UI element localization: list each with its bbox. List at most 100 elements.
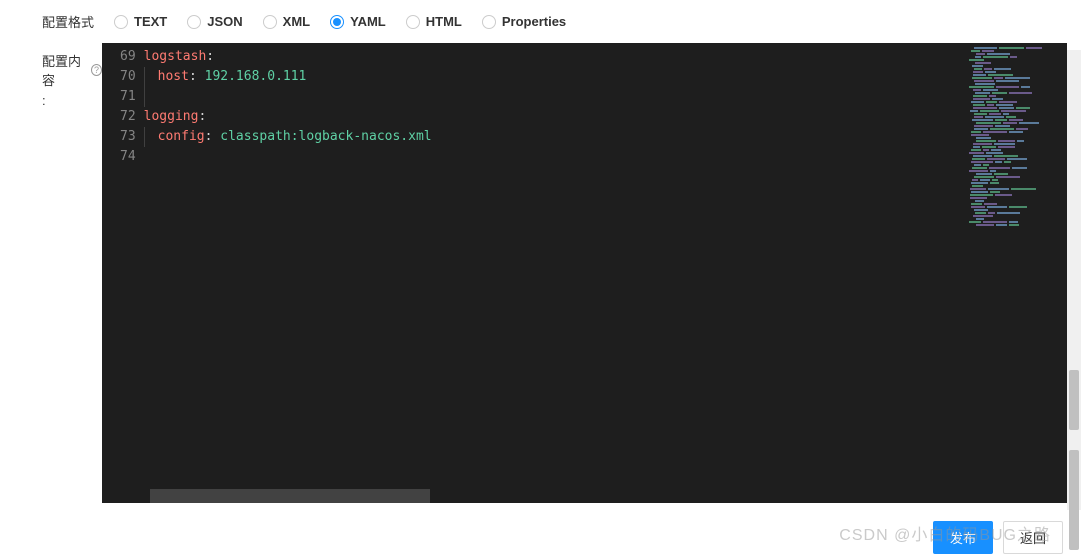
radio-circle-icon — [263, 15, 277, 29]
back-button[interactable]: 返回 — [1003, 521, 1063, 554]
minimap-line — [969, 116, 1065, 118]
minimap-line — [969, 152, 1065, 154]
minimap-line — [969, 137, 1065, 139]
minimap-line — [969, 131, 1065, 133]
radio-label: JSON — [207, 14, 242, 29]
radio-label: YAML — [350, 14, 386, 29]
minimap-line — [969, 185, 1065, 187]
minimap-line — [969, 161, 1065, 163]
code-line: config: classpath:logback-nacos.xml — [144, 127, 967, 147]
minimap-line — [969, 113, 1065, 115]
minimap-line — [969, 155, 1065, 157]
minimap-line — [969, 110, 1065, 112]
code-line: logging: — [144, 107, 967, 127]
minimap-line — [969, 149, 1065, 151]
minimap-line — [969, 197, 1065, 199]
minimap-line — [969, 212, 1065, 214]
radio-circle-icon — [187, 15, 201, 29]
line-number: 73 — [120, 127, 136, 147]
radio-properties[interactable]: Properties — [482, 14, 566, 29]
line-number: 71 — [120, 87, 136, 107]
code-editor[interactable]: 697071727374 logstash:host: 192.168.0.11… — [102, 43, 1067, 503]
minimap-line — [969, 182, 1065, 184]
minimap-line — [969, 83, 1065, 85]
minimap-line — [969, 146, 1065, 148]
minimap-line — [969, 215, 1065, 217]
radio-label: Properties — [502, 14, 566, 29]
scroll-thumb[interactable] — [1069, 370, 1079, 430]
minimap-line — [969, 65, 1065, 67]
minimap-line — [969, 218, 1065, 220]
minimap-line — [969, 59, 1065, 61]
minimap[interactable] — [967, 43, 1067, 503]
radio-circle-icon — [114, 15, 128, 29]
minimap-line — [969, 221, 1065, 223]
minimap-line — [969, 80, 1065, 82]
footer: 发布 返回 — [933, 515, 1063, 560]
minimap-line — [969, 86, 1065, 88]
minimap-line — [969, 167, 1065, 169]
code-line — [144, 147, 967, 167]
minimap-line — [969, 128, 1065, 130]
line-number: 74 — [120, 147, 136, 167]
radio-circle-icon — [482, 15, 496, 29]
minimap-line — [969, 224, 1065, 226]
content-colon: : — [42, 93, 46, 108]
radio-xml[interactable]: XML — [263, 14, 310, 29]
minimap-line — [969, 92, 1065, 94]
content-label-text: 配置内容 — [42, 51, 89, 89]
horizontal-scrollbar[interactable] — [150, 489, 430, 503]
minimap-line — [969, 71, 1065, 73]
vertical-scroll-track[interactable] — [1067, 50, 1081, 510]
minimap-line — [969, 164, 1065, 166]
minimap-line — [969, 89, 1065, 91]
radio-label: XML — [283, 14, 310, 29]
minimap-line — [969, 47, 1065, 49]
minimap-line — [969, 68, 1065, 70]
minimap-line — [969, 194, 1065, 196]
minimap-line — [969, 203, 1065, 205]
code-area[interactable]: logstash:host: 192.168.0.111logging:conf… — [144, 43, 967, 503]
minimap-line — [969, 62, 1065, 64]
radio-yaml[interactable]: YAML — [330, 14, 386, 29]
minimap-line — [969, 119, 1065, 121]
minimap-line — [969, 95, 1065, 97]
minimap-line — [969, 125, 1065, 127]
radio-circle-icon — [330, 15, 344, 29]
code-line — [144, 87, 967, 107]
minimap-line — [969, 74, 1065, 76]
minimap-line — [969, 50, 1065, 52]
line-gutter: 697071727374 — [102, 43, 144, 503]
minimap-line — [969, 209, 1065, 211]
minimap-line — [969, 143, 1065, 145]
line-number: 72 — [120, 107, 136, 127]
minimap-line — [969, 122, 1065, 124]
minimap-line — [969, 158, 1065, 160]
minimap-line — [969, 170, 1065, 172]
minimap-line — [969, 191, 1065, 193]
minimap-line — [969, 53, 1065, 55]
minimap-line — [969, 200, 1065, 202]
line-number: 70 — [120, 67, 136, 87]
publish-button[interactable]: 发布 — [933, 521, 993, 554]
format-label: 配置格式 — [42, 12, 94, 31]
minimap-line — [969, 134, 1065, 136]
radio-html[interactable]: HTML — [406, 14, 462, 29]
radio-text[interactable]: TEXT — [114, 14, 167, 29]
help-icon[interactable]: ? — [91, 64, 102, 76]
minimap-line — [969, 56, 1065, 58]
minimap-line — [969, 188, 1065, 190]
radio-circle-icon — [406, 15, 420, 29]
minimap-line — [969, 107, 1065, 109]
minimap-line — [969, 101, 1065, 103]
minimap-line — [969, 98, 1065, 100]
format-radio-group: TEXT JSON XML YAML HTML Properties — [114, 14, 566, 29]
radio-label: TEXT — [134, 14, 167, 29]
code-line: logstash: — [144, 47, 967, 67]
content-row: 配置内容 ? : 697071727374 logstash:host: 192… — [0, 43, 1081, 503]
radio-label: HTML — [426, 14, 462, 29]
radio-json[interactable]: JSON — [187, 14, 242, 29]
format-row: 配置格式 TEXT JSON XML YAML HTML Properties — [0, 0, 1081, 43]
minimap-line — [969, 104, 1065, 106]
scroll-thumb[interactable] — [1069, 450, 1079, 550]
